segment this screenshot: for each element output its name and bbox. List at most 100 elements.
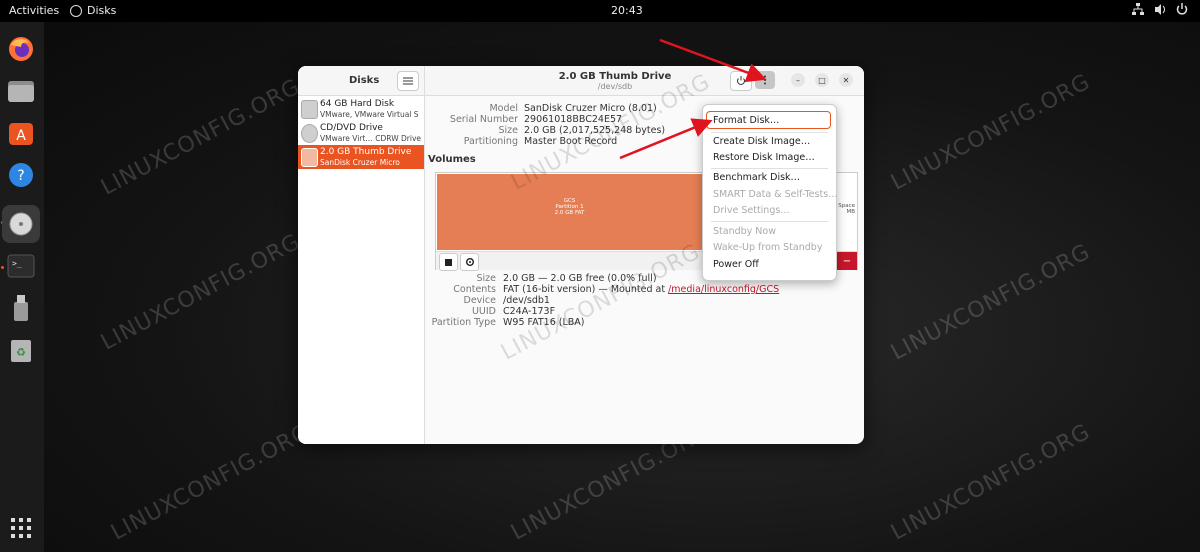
delete-partition-button[interactable]: − <box>837 252 857 270</box>
disk-name: 2.0 GB Thumb Drive <box>320 147 412 157</box>
disks-app-icon <box>70 4 82 17</box>
terminal-icon[interactable]: >_ <box>5 250 37 282</box>
free-space-line: MB <box>846 209 855 215</box>
menu-item-smart-data[interactable]: SMART Data & Self-Tests… <box>713 189 838 200</box>
partition-label: GCS <box>563 198 576 204</box>
info-value: W95 FAT16 (LBA) <box>503 317 585 328</box>
minimize-icon: – <box>796 75 800 85</box>
disk-item-hard-disk[interactable]: 64 GB Hard Disk VMware, VMware Virtual S <box>298 97 424 121</box>
watermark: LINUXCONFIG.ORG <box>107 419 315 546</box>
menu-item-wake-up[interactable]: Wake-Up from Standby <box>713 242 822 253</box>
mount-point-link[interactable]: /media/linuxconfig/GCS <box>668 284 779 295</box>
watermark: LINUXCONFIG.ORG <box>97 74 305 201</box>
kebab-menu-icon <box>764 75 766 85</box>
maximize-icon: □ <box>818 75 826 85</box>
info-value: SanDisk Cruzer Micro (8.01) <box>524 103 657 114</box>
info-key: UUID <box>471 306 496 317</box>
software-icon[interactable]: A <box>5 117 37 149</box>
sidebar-header: Disks <box>298 66 424 96</box>
disk-name: 64 GB Hard Disk <box>320 99 395 109</box>
close-icon: ✕ <box>842 75 850 85</box>
menu-item-format-disk[interactable]: Format Disk… <box>713 115 779 126</box>
info-key: Size <box>476 273 496 284</box>
power-icon <box>1176 3 1188 15</box>
info-key: Serial Number <box>449 114 518 125</box>
unmount-button[interactable] <box>439 253 458 271</box>
app-menu-label: Disks <box>87 4 117 17</box>
menu-item-power-off[interactable]: Power Off <box>713 259 759 270</box>
contents-text: FAT (16-bit version) — Mounted at <box>503 284 669 295</box>
close-button[interactable]: ✕ <box>839 73 853 87</box>
trash-icon[interactable]: ♻ <box>5 334 37 366</box>
show-apps-icon[interactable] <box>5 512 37 544</box>
volumes-heading: Volumes <box>428 154 476 165</box>
disk-model: VMware, VMware Virtual S <box>320 110 419 119</box>
disks-icon[interactable] <box>2 205 40 243</box>
svg-text:>_: >_ <box>12 259 22 268</box>
partition-block[interactable]: GCS Partition 1 2.0 GB FAT <box>437 174 702 250</box>
gear-icon <box>465 258 474 266</box>
info-value: /dev/sdb1 <box>503 295 550 306</box>
drive-options-menu: Format Disk… Create Disk Image… Restore … <box>702 104 838 281</box>
dock: A ? >_ ♻ <box>0 22 44 552</box>
svg-text:♻: ♻ <box>16 346 26 359</box>
svg-text:?: ? <box>17 168 24 184</box>
activities-button[interactable]: Activities <box>9 4 59 17</box>
disk-item-cd-dvd[interactable]: CD/DVD Drive VMware Virt... CDRW Drive <box>298 121 424 145</box>
usb-icon[interactable] <box>5 292 37 324</box>
header-bar: 2.0 GB Thumb Drive /dev/sdb – □ ✕ <box>425 66 864 96</box>
menu-item-standby-now[interactable]: Standby Now <box>713 226 776 237</box>
info-key: Partitioning <box>463 136 518 147</box>
network-icon <box>1132 3 1144 15</box>
minus-icon: − <box>842 255 852 267</box>
running-indicator <box>1 266 4 269</box>
watermark: LINUXCONFIG.ORG <box>887 419 1095 546</box>
power-icon <box>737 76 745 85</box>
system-tray[interactable] <box>1132 3 1188 16</box>
minimize-button[interactable]: – <box>791 73 805 87</box>
optical-drive-icon <box>301 124 318 143</box>
disk-sidebar: Disks 64 GB Hard Disk VMware, VMware Vir… <box>298 66 425 444</box>
app-menu[interactable]: Disks <box>70 4 116 17</box>
main-menu-button[interactable] <box>397 71 419 91</box>
files-icon[interactable] <box>5 75 37 107</box>
sidebar-title: Disks <box>349 75 380 86</box>
disk-item-thumb-drive[interactable]: 2.0 GB Thumb Drive SanDisk Cruzer Micro <box>298 145 424 169</box>
hamburger-icon <box>403 77 413 85</box>
watermark: LINUXCONFIG.ORG <box>887 239 1095 366</box>
maximize-button[interactable]: □ <box>815 73 829 87</box>
partition-settings-button[interactable] <box>460 253 479 271</box>
info-value: 29061018BBC24E57 <box>524 114 623 125</box>
info-value: Master Boot Record <box>524 136 618 147</box>
info-key: Device <box>463 295 497 306</box>
watermark: LINUXCONFIG.ORG <box>887 69 1095 196</box>
stop-icon <box>445 258 452 266</box>
menu-item-restore-disk-image[interactable]: Restore Disk Image… <box>713 152 815 163</box>
info-key: Contents <box>453 284 496 295</box>
menu-item-benchmark-disk[interactable]: Benchmark Disk… <box>713 172 800 183</box>
disk-name: CD/DVD Drive <box>320 123 383 133</box>
info-key: Model <box>489 103 518 114</box>
menu-item-drive-settings[interactable]: Drive Settings… <box>713 205 790 216</box>
disk-model: SanDisk Cruzer Micro <box>320 158 400 167</box>
menu-separator <box>711 132 828 133</box>
watermark: LINUXCONFIG.ORG <box>97 229 305 356</box>
firefox-icon[interactable] <box>5 33 37 65</box>
clock[interactable]: 20:43 <box>611 4 643 17</box>
info-value: 2.0 GB — 2.0 GB free (0.0% full) <box>503 273 657 284</box>
drive-options-button[interactable] <box>755 71 775 89</box>
power-off-button[interactable] <box>730 71 752 91</box>
volume-icon <box>1155 4 1165 15</box>
info-value: C24A-173F <box>503 306 556 317</box>
menu-item-create-disk-image[interactable]: Create Disk Image… <box>713 136 810 147</box>
info-key: Size <box>498 125 518 136</box>
info-key: Partition Type <box>431 317 496 328</box>
info-value: FAT (16-bit version) — Mounted at /media… <box>503 284 779 295</box>
menu-separator <box>711 168 828 169</box>
partition-size: 2.0 GB FAT <box>554 210 585 216</box>
info-value: 2.0 GB (2,017,525,248 bytes) <box>524 125 666 136</box>
hard-disk-icon <box>301 100 318 119</box>
top-bar: Activities Disks 20:43 <box>0 0 1200 22</box>
help-icon[interactable]: ? <box>5 159 37 191</box>
disk-model: VMware Virt... <box>320 134 373 143</box>
